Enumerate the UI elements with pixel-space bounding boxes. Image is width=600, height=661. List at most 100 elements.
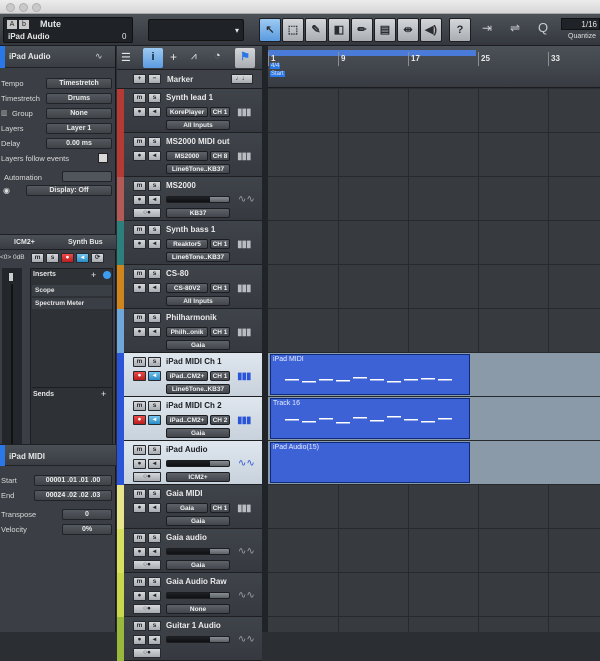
mute-button[interactable]: m: [133, 225, 146, 235]
timestretch-select[interactable]: Drums: [46, 93, 112, 104]
record-button[interactable]: ●: [133, 151, 146, 161]
add-send-icon[interactable]: +: [101, 389, 106, 399]
channel-input[interactable]: ICM2+: [14, 239, 35, 246]
instrument-select[interactable]: iPad..CM2+: [166, 415, 208, 425]
track-header[interactable]: m s iPad MIDI Ch 1 ● ◂ iPad..CM2+ CH 1 Line6Ton…: [117, 353, 262, 397]
velocity-field[interactable]: 0%: [62, 524, 112, 535]
monitor-button[interactable]: ◂: [148, 459, 161, 469]
input-select[interactable]: Line6Tone..KB37: [166, 164, 230, 174]
record-button[interactable]: ●: [133, 459, 146, 469]
track-name-display[interactable]: A b Mute iPad Audio 0: [3, 17, 133, 43]
power-icon[interactable]: [103, 271, 111, 279]
insert-slot-spectrum[interactable]: Spectrum Meter: [32, 298, 112, 309]
solo-button[interactable]: s: [148, 137, 161, 147]
volume-fader[interactable]: [166, 196, 230, 203]
monitor-button[interactable]: ◂: [148, 151, 161, 161]
record-button[interactable]: ●: [133, 415, 146, 425]
channel-select[interactable]: CH 1: [210, 283, 230, 293]
event-clip[interactable]: Track 16: [270, 398, 470, 439]
monitor-button[interactable]: ◂: [148, 635, 161, 645]
stereo-toggle[interactable]: ○●: [133, 604, 161, 614]
help-button[interactable]: ?: [449, 18, 471, 42]
layers-follow-checkbox[interactable]: [98, 153, 108, 163]
track-header[interactable]: m s CS-80 ● ◂ CS-80V2 CH 1 All Inputs ▮▮▮: [117, 265, 262, 309]
record-button[interactable]: ●: [133, 283, 146, 293]
track-header[interactable]: m s Guitar 1 Audio ● ◂ ○● ∿∿: [117, 617, 262, 661]
instrument-select[interactable]: iPad..CM2+: [166, 371, 208, 381]
record-button[interactable]: ●: [133, 547, 146, 557]
group-select[interactable]: None: [46, 108, 112, 119]
insert-slot-scope[interactable]: Scope: [32, 285, 112, 296]
mute-button[interactable]: m: [133, 621, 146, 631]
mute-button[interactable]: m: [133, 93, 146, 103]
layers-select[interactable]: Layer 1: [46, 123, 112, 134]
add-insert-icon[interactable]: +: [91, 270, 96, 280]
track-header[interactable]: m s Gaia Audio Raw ● ◂ ○● None ∿∿: [117, 573, 262, 617]
mute-tool-button[interactable]: ▤: [374, 18, 396, 42]
bend-tool-button[interactable]: ⇹: [397, 18, 419, 42]
record-button[interactable]: ●: [133, 591, 146, 601]
quantize-value[interactable]: 1/16: [561, 18, 600, 30]
input-select[interactable]: Gaia: [166, 428, 230, 438]
solo-button[interactable]: s: [148, 533, 161, 543]
fader-handle[interactable]: [8, 272, 14, 282]
input-select[interactable]: KB37: [166, 208, 230, 218]
instrument-select[interactable]: Gaia: [166, 503, 208, 513]
input-select[interactable]: Gaia: [166, 560, 230, 570]
track-header[interactable]: m s MS2000 ● ◂ ○● KB37 ∿∿: [117, 177, 262, 221]
event-clip[interactable]: iPad MIDI: [270, 354, 470, 395]
monitor-button[interactable]: ◂: [148, 371, 161, 381]
add-track-icon[interactable]: +: [170, 50, 177, 64]
loop-range[interactable]: [268, 50, 476, 56]
record-button[interactable]: ●: [133, 239, 146, 249]
start-field[interactable]: 00001 .01 .01 .00: [34, 475, 112, 486]
solo-button[interactable]: s: [148, 313, 161, 323]
marker-add-button[interactable]: +: [133, 74, 146, 84]
record-button[interactable]: ●: [133, 635, 146, 645]
track-header[interactable]: m s iPad MIDI Ch 2 ● ◂ iPad..CM2+ CH 2 Gaia ▮▮▮: [117, 397, 262, 441]
instrument-select[interactable]: Philh..onik: [166, 327, 208, 337]
input-select[interactable]: All Inputs: [166, 120, 230, 130]
mute-button[interactable]: m: [31, 253, 44, 263]
arrow-tool-button[interactable]: ↖: [259, 18, 281, 42]
record-button[interactable]: ●: [133, 371, 146, 381]
track-header[interactable]: m s Synth lead 1 ● ◂ KorePlayer CH 1 All Inputs…: [117, 89, 262, 133]
volume-fader[interactable]: [166, 460, 230, 467]
stereo-toggle[interactable]: ○●: [133, 648, 161, 658]
stereo-toggle[interactable]: ○●: [133, 208, 161, 218]
stereo-toggle[interactable]: ○●: [133, 560, 161, 570]
solo-button[interactable]: s: [46, 253, 59, 263]
list-icon[interactable]: ☰: [121, 51, 131, 64]
transpose-field[interactable]: 0: [62, 509, 112, 520]
track-header[interactable]: m s MS2000 MIDI out ● ◂ MS2000 CH 8 Line6Tone..…: [117, 133, 262, 177]
volume-fader[interactable]: [166, 592, 230, 599]
end-field[interactable]: 00024 .02 .02 .03: [34, 490, 112, 501]
mute-button[interactable]: m: [133, 533, 146, 543]
mute-button[interactable]: m: [133, 445, 146, 455]
close-window-button[interactable]: [6, 3, 15, 12]
solo-button[interactable]: s: [148, 445, 161, 455]
mute-button[interactable]: m: [133, 269, 146, 279]
mute-button[interactable]: m: [133, 357, 146, 367]
mute-button[interactable]: m: [133, 401, 146, 411]
monitor-button[interactable]: ◂: [148, 239, 161, 249]
eraser-tool-button[interactable]: ◧: [328, 18, 350, 42]
monitor-button[interactable]: ◂: [148, 547, 161, 557]
stereo-toggle[interactable]: ○●: [133, 472, 161, 482]
start-marker[interactable]: Start: [270, 71, 285, 77]
eye-icon[interactable]: ◉: [3, 186, 10, 195]
record-button[interactable]: ●: [61, 253, 74, 263]
listen-tool-button[interactable]: ◀): [420, 18, 442, 42]
automation-mode-select[interactable]: [62, 171, 112, 182]
marker-remove-button[interactable]: −: [148, 74, 161, 84]
channel-select[interactable]: CH 1: [210, 371, 230, 381]
channel-select[interactable]: CH 1: [210, 327, 230, 337]
preset-dropdown[interactable]: ▾: [148, 19, 244, 41]
quantize-q-icon[interactable]: Q: [538, 20, 548, 35]
inspector-toggle-icon[interactable]: i: [143, 48, 163, 68]
solo-button[interactable]: s: [148, 269, 161, 279]
volume-fader[interactable]: [166, 548, 230, 555]
monitor-button[interactable]: ◂: [148, 283, 161, 293]
channel-output[interactable]: Synth Bus: [68, 239, 103, 246]
paint-tool-button[interactable]: ✏: [351, 18, 373, 42]
